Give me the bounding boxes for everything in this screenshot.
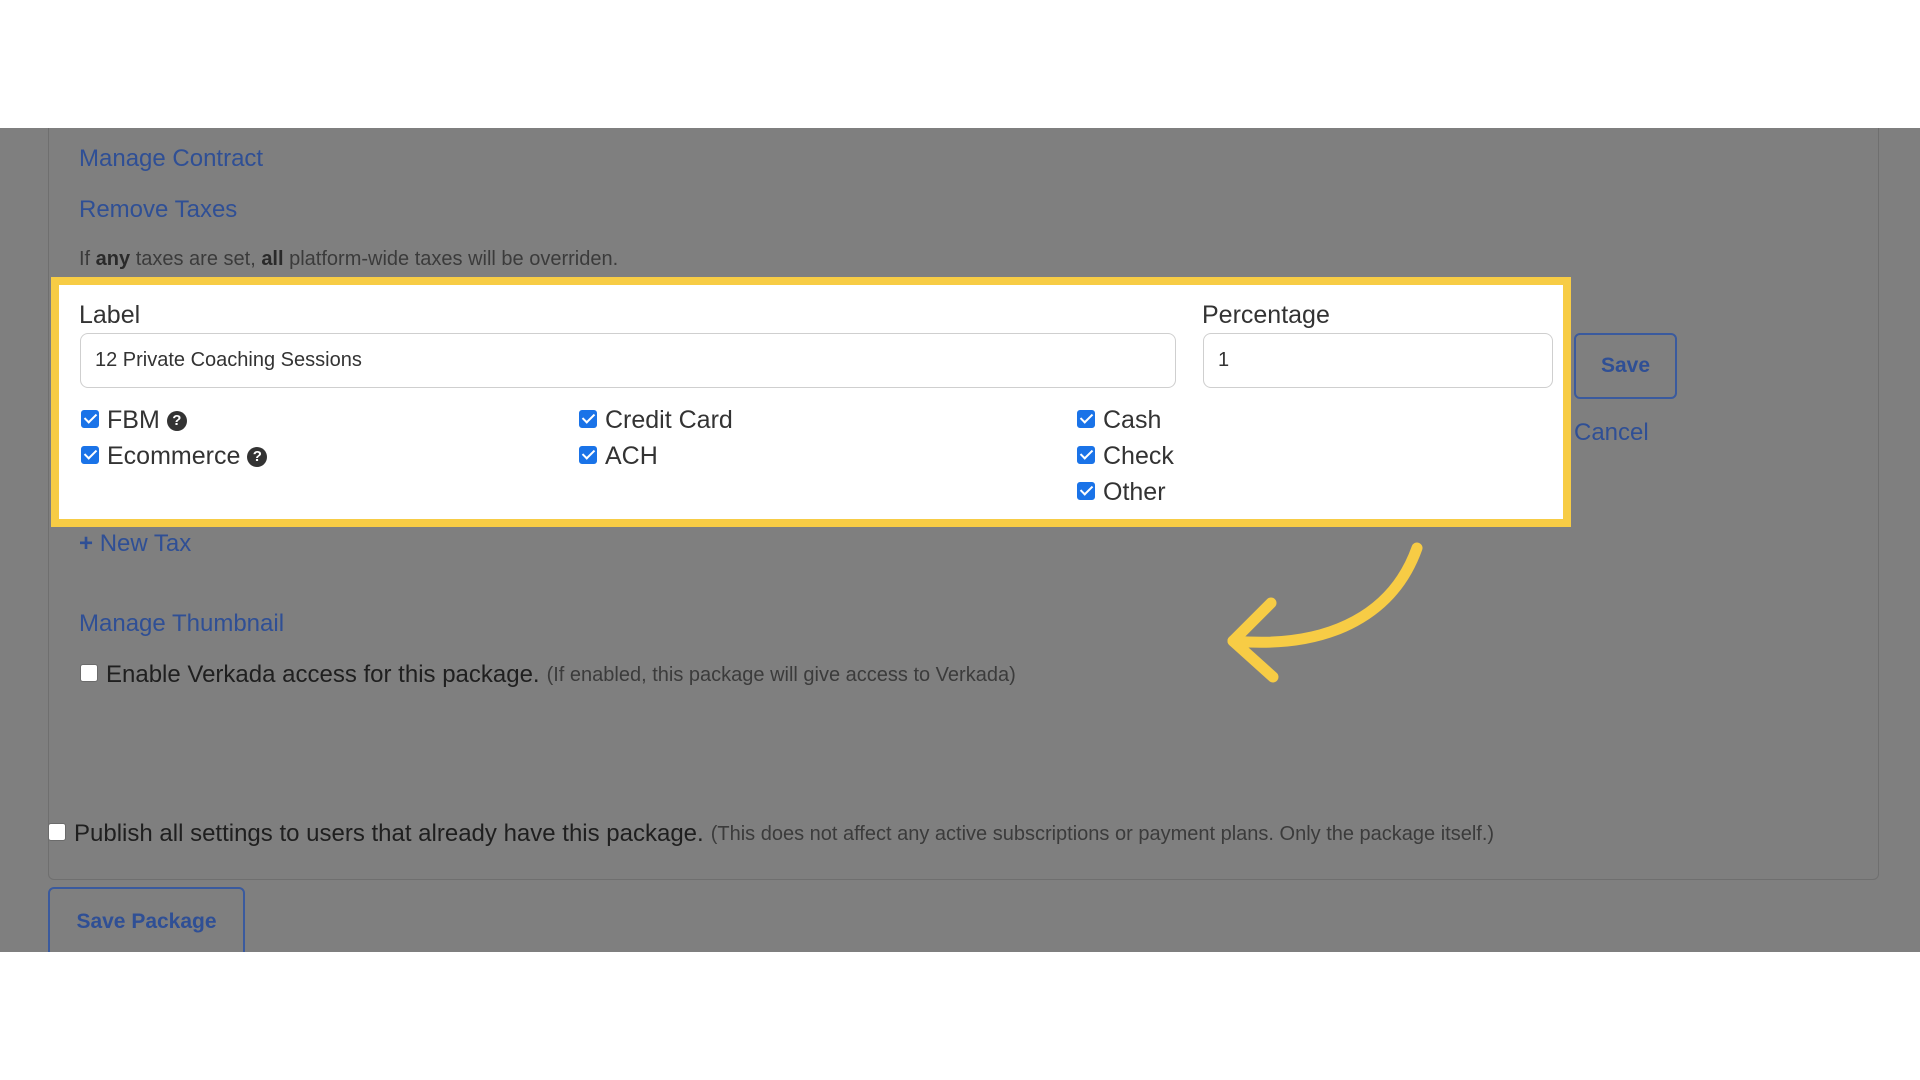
other-label: Other (1103, 478, 1166, 506)
save-tax-button[interactable]: Save (1574, 333, 1677, 399)
manage-thumbnail-link[interactable]: Manage Thumbnail (79, 610, 284, 638)
cancel-link[interactable]: Cancel (1574, 419, 1649, 447)
fbm-label: FBM (107, 406, 160, 434)
plus-icon: + (79, 530, 94, 557)
percentage-heading: Percentage (1202, 301, 1330, 329)
label-heading: Label (79, 301, 141, 329)
ecommerce-checkbox[interactable] (81, 445, 99, 464)
tax-percentage-input[interactable] (1203, 333, 1553, 388)
new-tax-label: New Tax (99, 530, 192, 557)
tax-edit-highlight: Label Percentage FBM ? Ecommerce ? Credi… (51, 277, 1571, 527)
ach-checkbox[interactable] (579, 445, 597, 464)
option-check[interactable]: Check (1077, 442, 1174, 471)
option-other[interactable]: Other (1077, 478, 1166, 507)
option-fbm[interactable]: FBM ? (81, 406, 187, 435)
check-label: Check (1103, 442, 1174, 470)
cash-label: Cash (1103, 406, 1162, 434)
option-ecommerce[interactable]: Ecommerce ? (81, 442, 268, 471)
question-circle-icon[interactable]: ? (247, 446, 268, 467)
credit-card-checkbox[interactable] (579, 409, 597, 428)
publish-settings-option[interactable]: Publish all settings to users that alrea… (48, 820, 1494, 848)
publish-settings-label: Publish all settings to users that alrea… (74, 820, 704, 847)
verkada-access-label: Enable Verkada access for this package. (106, 661, 540, 688)
tax-override-note: If any taxes are set, all platform-wide … (79, 248, 619, 270)
credit-card-label: Credit Card (605, 406, 733, 434)
publish-settings-hint: (This does not affect any active subscri… (710, 822, 1495, 845)
tax-label-input[interactable] (80, 333, 1176, 388)
question-circle-icon[interactable]: ? (166, 410, 187, 431)
other-checkbox[interactable] (1077, 481, 1095, 500)
check-checkbox[interactable] (1077, 445, 1095, 464)
option-credit-card[interactable]: Credit Card (579, 406, 733, 435)
new-tax-link[interactable]: + New Tax (79, 530, 191, 558)
cash-checkbox[interactable] (1077, 409, 1095, 428)
ach-label: ACH (605, 442, 658, 470)
verkada-access-checkbox[interactable] (80, 664, 98, 682)
option-cash[interactable]: Cash (1077, 406, 1161, 435)
option-ach[interactable]: ACH (579, 442, 658, 471)
verkada-access-hint: (If enabled, this package will give acce… (546, 663, 1016, 686)
publish-settings-checkbox[interactable] (48, 823, 66, 841)
manage-contract-link[interactable]: Manage Contract (79, 145, 263, 173)
verkada-access-option[interactable]: Enable Verkada access for this package. … (80, 661, 1016, 689)
curved-arrow-icon (1227, 542, 1423, 683)
fbm-checkbox[interactable] (81, 409, 99, 428)
remove-taxes-link[interactable]: Remove Taxes (79, 196, 237, 224)
dimmed-page-area: Manage Contract Remove Taxes If any taxe… (0, 128, 1920, 952)
save-package-button[interactable]: Save Package (48, 887, 245, 952)
ecommerce-label: Ecommerce (107, 442, 241, 470)
